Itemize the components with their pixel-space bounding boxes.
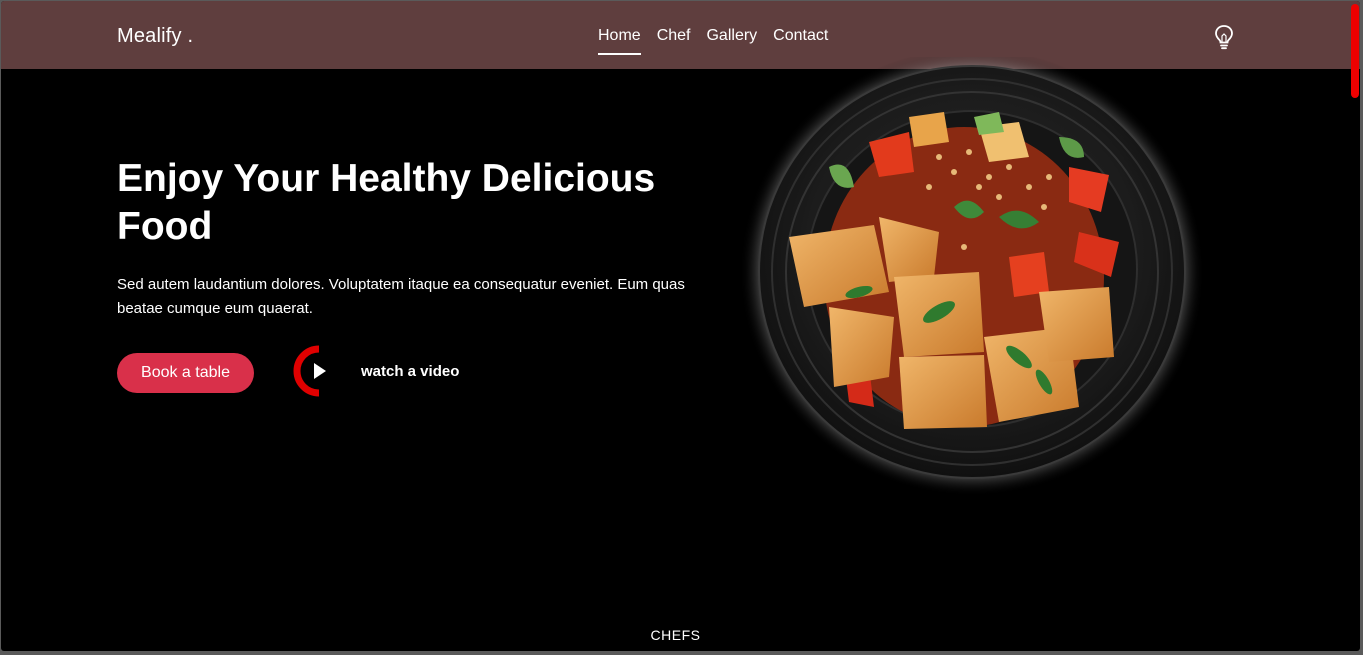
- browser-viewport: Mealify . Home Chef Gallery Contact Enjo…: [1, 1, 1360, 651]
- main-nav: Home Chef Gallery Contact: [598, 27, 828, 55]
- lightbulb-icon[interactable]: [1213, 24, 1235, 50]
- food-plate-image: [740, 57, 1204, 496]
- book-table-button[interactable]: Book a table: [117, 353, 254, 393]
- scrollbar-thumb[interactable]: [1351, 4, 1359, 98]
- scrollbar[interactable]: [1350, 1, 1360, 651]
- nav-link-contact[interactable]: Contact: [773, 27, 828, 55]
- nav-link-gallery[interactable]: Gallery: [706, 27, 757, 55]
- brand-logo[interactable]: Mealify .: [117, 25, 193, 48]
- hero-description: Sed autem laudantium dolores. Voluptatem…: [117, 276, 685, 317]
- nav-link-home[interactable]: Home: [598, 27, 641, 55]
- watch-video-label: watch a video: [361, 362, 460, 380]
- chefs-section-label: CHEFS: [650, 627, 701, 643]
- hero-title: Enjoy Your Healthy Delicious Food: [117, 157, 656, 248]
- watch-video-link[interactable]: watch a video: [293, 345, 459, 397]
- play-icon[interactable]: [293, 345, 345, 397]
- nav-link-chef[interactable]: Chef: [657, 27, 691, 55]
